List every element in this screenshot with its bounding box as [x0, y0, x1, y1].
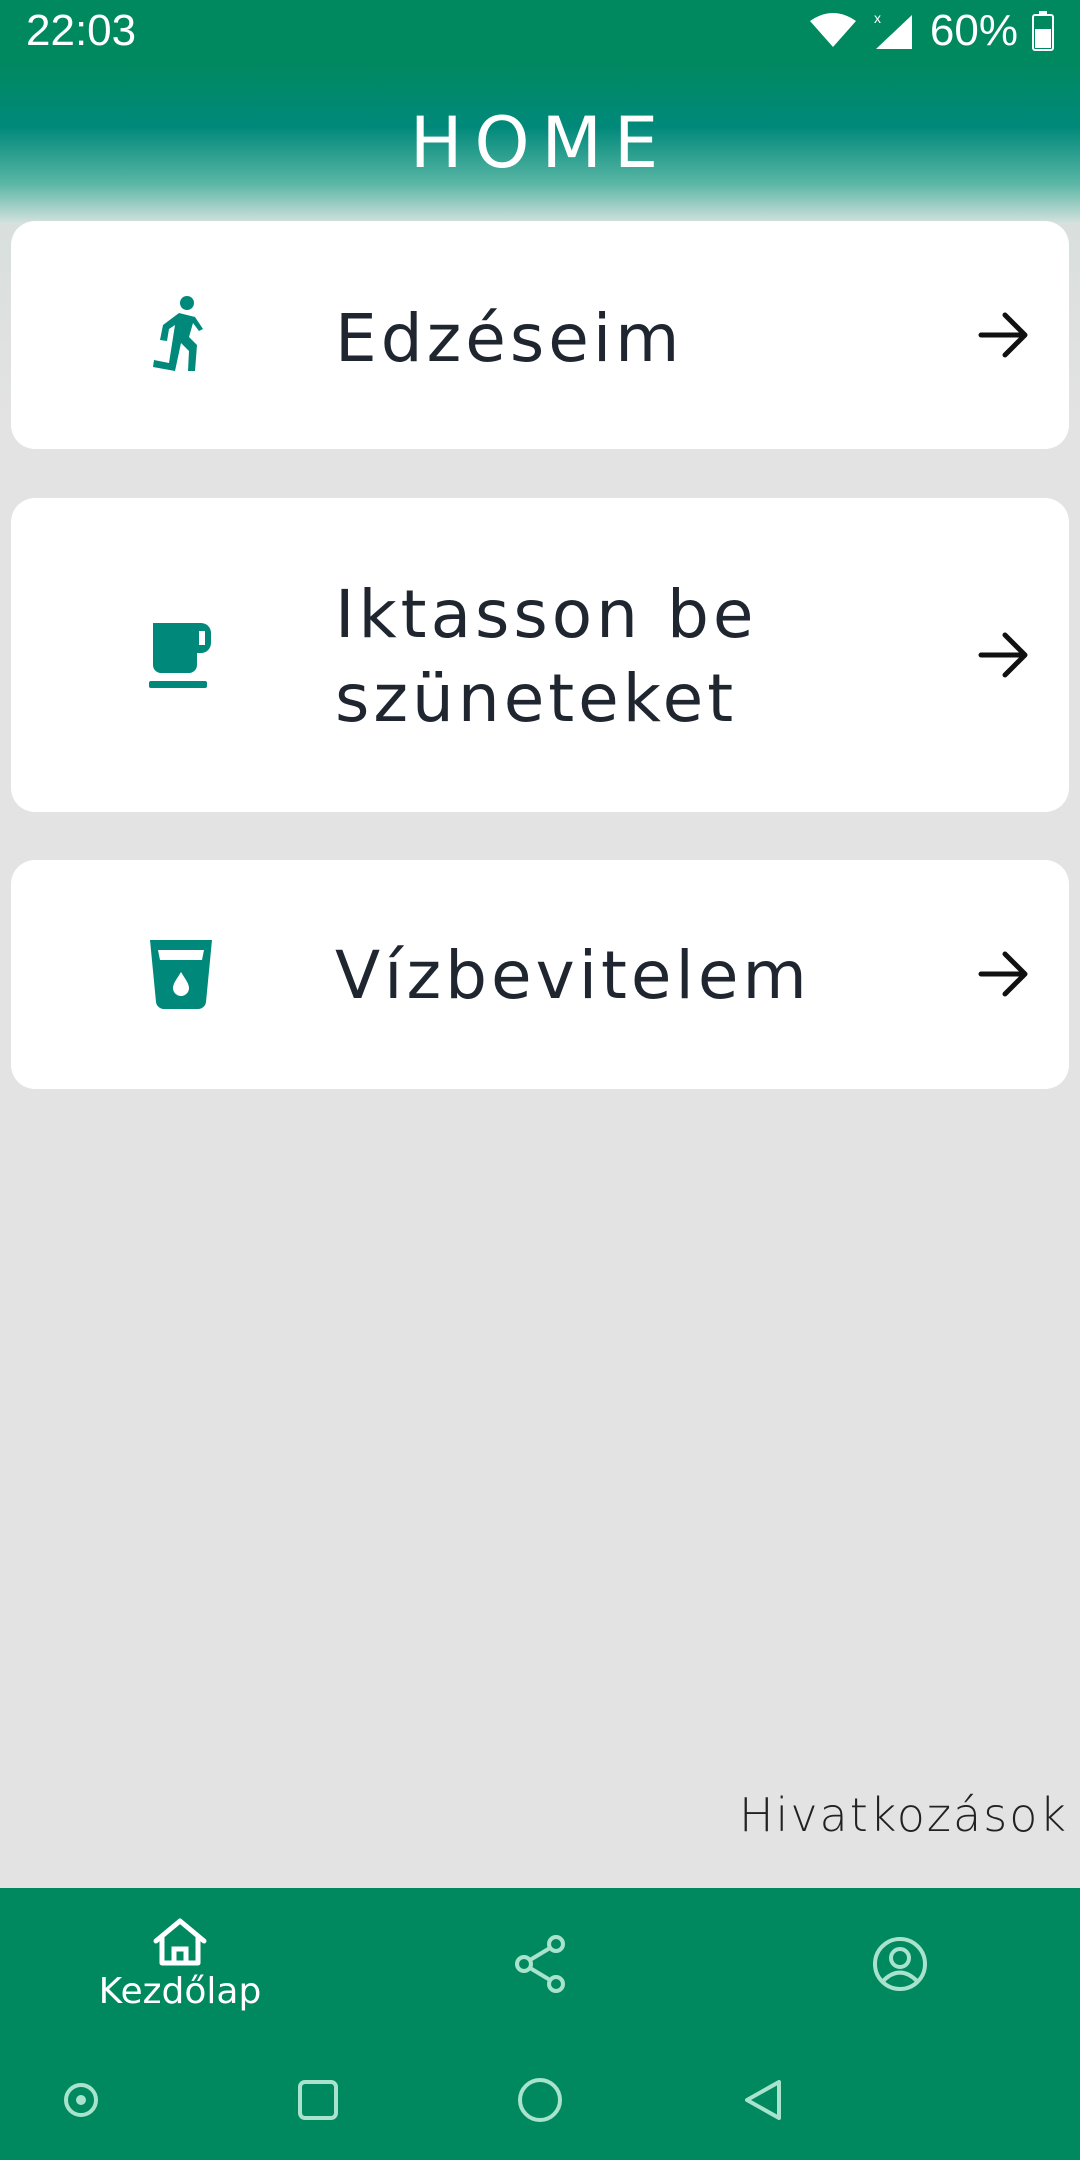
references-link[interactable]: Hivatkozások	[739, 1788, 1068, 1842]
coffee-cup-icon	[141, 615, 221, 695]
card-water[interactable]: Vízbevitelem	[11, 860, 1069, 1089]
account-icon	[873, 1937, 927, 1991]
home-icon	[153, 1918, 207, 1965]
header: HOME	[0, 62, 1080, 224]
home-circle-icon[interactable]	[510, 2070, 570, 2130]
running-icon	[141, 295, 221, 375]
arrow-right-icon	[978, 951, 1028, 997]
bottom-nav: Kezdőlap	[0, 1888, 1080, 2040]
battery-icon	[1032, 11, 1054, 51]
arrow-right-icon	[978, 312, 1028, 358]
nav-item-share[interactable]	[360, 1888, 720, 2040]
nav-item-account[interactable]	[720, 1888, 1080, 2040]
card-breaks[interactable]: Iktasson be szüneteket	[11, 498, 1069, 812]
arrow-right-icon	[978, 632, 1028, 678]
card-label-water: Vízbevitelem	[335, 937, 811, 1014]
battery-percent: 60%	[929, 6, 1018, 55]
share-icon	[515, 1935, 565, 1993]
card-workouts[interactable]: Edzéseim	[11, 221, 1069, 449]
wifi-icon	[809, 13, 856, 47]
svg-text:x: x	[874, 11, 881, 26]
water-glass-icon	[141, 934, 221, 1014]
recents-icon[interactable]	[288, 2070, 348, 2130]
card-label-breaks: Iktasson be szüneteket	[335, 576, 758, 737]
card-label-workouts: Edzéseim	[335, 300, 684, 377]
nav-item-home[interactable]: Kezdőlap	[0, 1888, 360, 2040]
signal-icon: x	[874, 11, 912, 49]
record-icon[interactable]	[51, 2070, 111, 2130]
back-icon[interactable]	[733, 2070, 793, 2130]
status-time: 22:03	[26, 6, 137, 55]
page-title: HOME	[409, 102, 671, 184]
status-icons: x 60%	[808, 6, 1054, 56]
nav-label-home: Kezdőlap	[98, 1970, 262, 2012]
system-nav-bar	[0, 2040, 1080, 2160]
status-bar: 22:03 x 60%	[0, 0, 1080, 62]
